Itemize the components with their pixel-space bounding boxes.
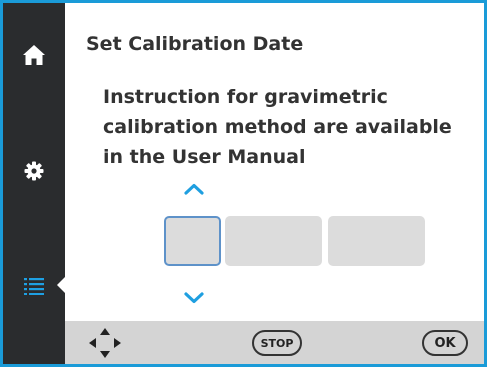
date-field-2[interactable] bbox=[225, 216, 322, 266]
device-screen: Set Calibration Date Instruction for gra… bbox=[3, 3, 484, 364]
footer-bar: STOP OK bbox=[65, 321, 484, 364]
home-icon bbox=[23, 45, 45, 65]
chevron-down-icon bbox=[184, 292, 204, 304]
navigation-key[interactable] bbox=[87, 326, 123, 360]
increment-button[interactable] bbox=[176, 177, 212, 201]
ok-button[interactable]: OK bbox=[422, 330, 468, 356]
decrement-button[interactable] bbox=[176, 286, 212, 310]
stop-button[interactable]: STOP bbox=[252, 330, 302, 356]
nav-arrows-icon bbox=[89, 328, 121, 358]
home-button[interactable] bbox=[3, 25, 65, 85]
date-field-1[interactable] bbox=[164, 216, 221, 266]
date-field-3[interactable] bbox=[328, 216, 425, 266]
page-title: Set Calibration Date bbox=[86, 33, 304, 55]
list-icon bbox=[24, 278, 44, 295]
chevron-up-icon bbox=[184, 183, 204, 195]
instruction-text: Instruction for gravimetric calibration … bbox=[103, 86, 452, 168]
sidebar bbox=[3, 3, 66, 364]
settings-button[interactable] bbox=[3, 141, 65, 201]
gear-icon bbox=[24, 161, 44, 181]
content-area: Set Calibration Date Instruction for gra… bbox=[65, 3, 484, 321]
menu-button[interactable] bbox=[3, 256, 66, 316]
